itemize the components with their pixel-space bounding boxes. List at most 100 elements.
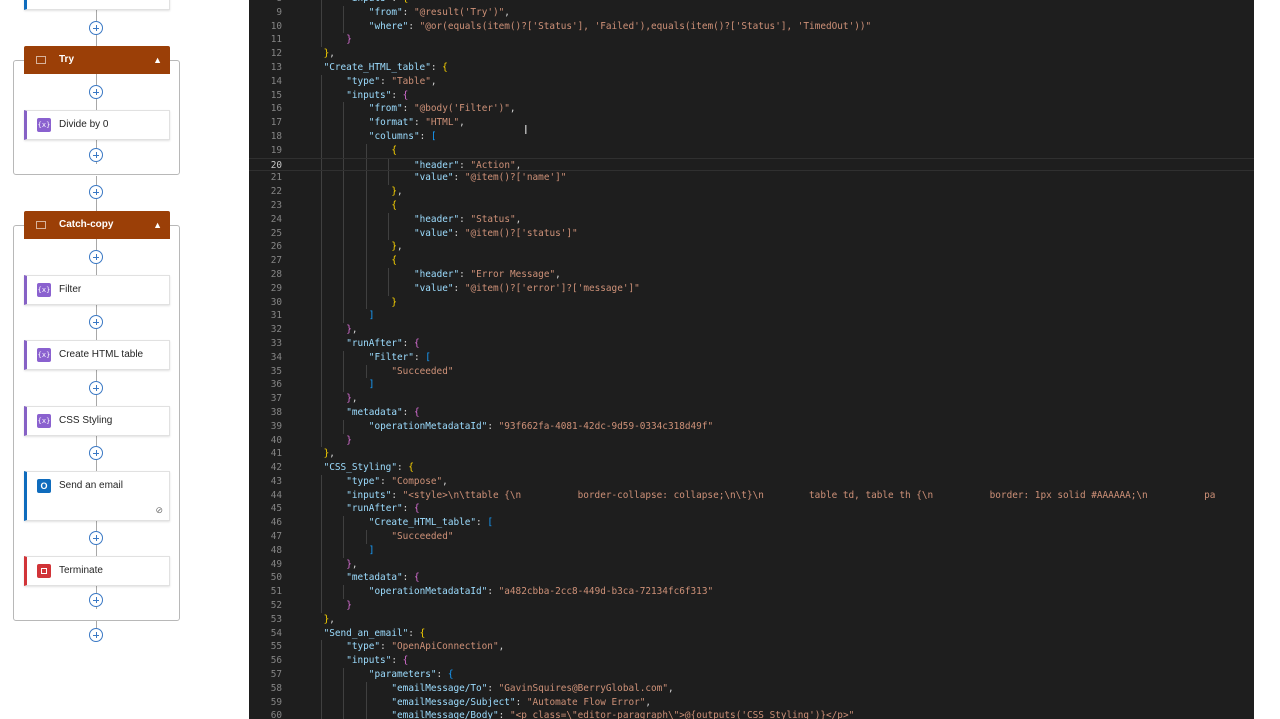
code-line[interactable]: 42 "CSS_Styling": { <box>249 461 1254 475</box>
code-line[interactable]: 21 "value": "@item()?['name']" <box>249 171 1254 186</box>
indent-guide <box>320 129 322 144</box>
code-line[interactable]: 9 "from": "@result('Try')", <box>249 5 1254 20</box>
code-text: "operationMetadataId": "a482cbba-2cc8-44… <box>369 585 713 599</box>
code-line[interactable]: 46 "Create_HTML_table": [ <box>249 516 1254 531</box>
insert-step-button[interactable] <box>89 85 103 99</box>
code-line[interactable]: 44 "inputs": "<style>\n\ttable {\n border… <box>249 488 1254 503</box>
right-margin <box>1254 0 1280 719</box>
insert-step-button[interactable] <box>89 381 103 395</box>
action-divide-by-0[interactable]: {x} Divide by 0 <box>24 110 170 140</box>
code-line[interactable]: 34 "Filter": [ <box>249 350 1254 365</box>
indent-guide <box>343 129 345 144</box>
insert-step-button[interactable] <box>89 185 103 199</box>
code-line[interactable]: 10 "where": "@or(equals(item()?['Status']… <box>249 19 1254 34</box>
code-line[interactable]: 18 "columns": [ <box>249 129 1254 144</box>
code-line[interactable]: 39 "operationMetadataId": "93f662fa-4081-… <box>249 419 1254 434</box>
action-terminate[interactable]: Terminate <box>24 556 170 586</box>
code-token: , <box>504 6 510 18</box>
code-line[interactable]: 60 "emailMessage/Body": "<p class=\"edito… <box>249 709 1254 719</box>
code-line[interactable]: 24 "header": "Status", <box>249 212 1254 227</box>
indent-guide <box>365 530 367 544</box>
indent-guide <box>320 585 322 600</box>
code-line[interactable]: 25 "value": "@item()?['status']" <box>249 226 1254 241</box>
code-line[interactable]: 43 "type": "Compose", <box>249 474 1254 489</box>
code-line[interactable]: 23 { <box>249 198 1254 213</box>
code-line[interactable]: 55 "type": "OpenApiConnection", <box>249 640 1254 655</box>
indent-guide <box>343 19 345 34</box>
action-css-styling[interactable]: {x} CSS Styling <box>24 406 170 436</box>
code-line[interactable]: 31] <box>249 309 1254 324</box>
code-token: "Action" <box>470 159 516 171</box>
code-line[interactable]: 32}, <box>249 323 1254 337</box>
action-filter[interactable]: {x} Filter <box>24 275 170 305</box>
line-number: 37 <box>270 393 282 405</box>
code-line[interactable]: 54 "Send_an_email": { <box>249 627 1254 641</box>
stop-icon <box>37 564 51 578</box>
chevron-up-icon[interactable]: ▲ <box>153 55 162 65</box>
code-line[interactable]: 53}, <box>249 613 1254 627</box>
code-token: : <box>459 159 471 171</box>
code-token: } <box>346 34 352 46</box>
code-line[interactable]: 12}, <box>249 47 1254 61</box>
code-line[interactable]: 41}, <box>249 447 1254 461</box>
code-line[interactable]: 29 "value": "@item()?['error']?['message'… <box>249 281 1254 296</box>
insert-step-button[interactable] <box>89 446 103 460</box>
code-line[interactable]: 22}, <box>249 185 1254 199</box>
code-line[interactable]: 56 "inputs": { <box>249 654 1254 669</box>
code-line[interactable]: 27 { <box>249 254 1254 268</box>
indent-guide <box>320 19 322 34</box>
insert-step-button[interactable] <box>89 148 103 162</box>
catch-scope-header[interactable]: Catch-copy ▲ <box>24 211 170 239</box>
insert-step-button[interactable] <box>89 21 103 35</box>
code-view-editor[interactable]: 8"inputs": {9"from": "@result('Try')",10… <box>249 0 1254 719</box>
code-line[interactable]: 47 "Succeeded" <box>249 530 1254 544</box>
indent-guide <box>343 295 345 310</box>
code-line[interactable]: 19 { <box>249 143 1254 158</box>
code-line[interactable]: 45 "runAfter": { <box>249 502 1254 517</box>
code-line[interactable]: 51 "operationMetadataId": "a482cbba-2cc8-… <box>249 585 1254 600</box>
code-line[interactable]: 28 "header": "Error Message", <box>249 267 1254 282</box>
code-line[interactable]: 49}, <box>249 557 1254 572</box>
insert-step-button[interactable] <box>89 315 103 329</box>
code-line[interactable]: 59 "emailMessage/Subject": "Automate Flow… <box>249 695 1254 710</box>
code-line[interactable]: 26}, <box>249 240 1254 255</box>
code-line[interactable]: 14 "type": "Table", <box>249 74 1254 89</box>
code-line[interactable]: 37}, <box>249 392 1254 406</box>
code-line[interactable]: 57 "parameters": { <box>249 668 1254 682</box>
indent-guide <box>320 143 322 158</box>
indent-guide <box>365 295 367 310</box>
code-line[interactable]: 50 "metadata": { <box>249 571 1254 586</box>
action-send-an-email[interactable]: O Send an email ⊘ <box>24 471 170 521</box>
insert-step-button[interactable] <box>89 593 103 607</box>
action-card-partial[interactable] <box>24 0 170 10</box>
code-text: } <box>346 434 352 448</box>
indent-guide <box>343 378 345 393</box>
code-line[interactable]: 58 "emailMessage/To": "GavinSquires@Berry… <box>249 681 1254 696</box>
code-line[interactable]: 11} <box>249 33 1254 48</box>
try-scope-header[interactable]: Try ▲ <box>24 46 170 74</box>
indent-guide <box>320 336 322 351</box>
insert-step-button[interactable] <box>89 531 103 545</box>
code-line[interactable]: 16 "from": "@body('Filter')", <box>249 102 1254 117</box>
code-line[interactable]: 15 "inputs": { <box>249 88 1254 103</box>
insert-step-button[interactable] <box>89 628 103 642</box>
chevron-up-icon[interactable]: ▲ <box>153 220 162 230</box>
code-line[interactable]: 13 "Create_HTML_table": { <box>249 61 1254 75</box>
code-token: "type" <box>346 475 381 487</box>
code-line[interactable]: 17 "format": "HTML", <box>249 116 1254 130</box>
code-line[interactable]: 30} <box>249 295 1254 310</box>
link-icon[interactable]: ⊘ <box>155 505 163 516</box>
code-token: [ <box>425 351 431 363</box>
indent-guide <box>320 640 322 655</box>
code-line[interactable]: 35 "Succeeded" <box>249 364 1254 379</box>
code-line[interactable]: 20 "header": "Action", <box>249 157 1254 172</box>
code-line[interactable]: 52} <box>249 599 1254 613</box>
code-line[interactable]: 36] <box>249 378 1254 393</box>
indent-guide <box>343 709 345 719</box>
insert-step-button[interactable] <box>89 250 103 264</box>
code-line[interactable]: 48] <box>249 543 1254 558</box>
code-line[interactable]: 40} <box>249 433 1254 448</box>
code-line[interactable]: 33 "runAfter": { <box>249 336 1254 351</box>
code-line[interactable]: 38 "metadata": { <box>249 405 1254 420</box>
action-create-html-table[interactable]: {x} Create HTML table <box>24 340 170 370</box>
